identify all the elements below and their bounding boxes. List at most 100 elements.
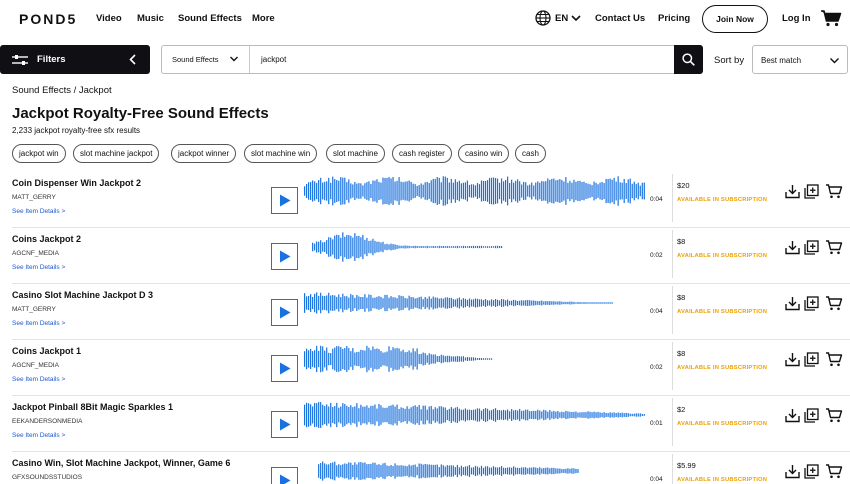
result-artist[interactable]: EEKANDERSONMEDIA (12, 418, 82, 425)
waveform-bar (368, 181, 370, 201)
result-row[interactable]: Casino Win, Slot Machine Jackpot, Winner… (0, 452, 850, 484)
add-to-cart-icon[interactable] (825, 183, 843, 199)
see-item-details-link[interactable]: See Item Details > (12, 264, 65, 271)
play-button[interactable] (271, 411, 298, 438)
nav-video[interactable]: Video (96, 13, 122, 24)
join-now-button[interactable]: Join Now (702, 5, 768, 33)
tag-chip[interactable]: jackpot win (12, 144, 66, 163)
tag-chip[interactable]: slot machine jackpot (73, 144, 160, 163)
chevron-down-icon[interactable] (570, 12, 582, 24)
waveform-bar (320, 345, 322, 373)
waveform-bar (557, 179, 559, 203)
waveform[interactable] (304, 231, 646, 263)
add-to-cart-icon[interactable] (825, 407, 843, 423)
waveform-bar (496, 178, 499, 204)
see-item-details-link[interactable]: See Item Details > (12, 376, 65, 383)
waveform-bar (326, 295, 328, 311)
waveform[interactable] (304, 455, 646, 484)
result-artist[interactable]: GFXSOUNDSSTUDIOS (12, 474, 82, 481)
add-to-collection-icon[interactable] (804, 240, 819, 255)
waveform-bar (366, 297, 368, 309)
pond5-logo[interactable]: POND5 (19, 11, 77, 27)
duration: 0:04 (650, 196, 663, 203)
play-button[interactable] (271, 299, 298, 326)
result-artist[interactable]: MATT_GERRY (12, 306, 56, 313)
result-row[interactable]: Coins Jackpot 1 AGCNF_MEDIA See Item Det… (0, 340, 850, 396)
download-icon[interactable] (785, 184, 800, 199)
add-to-cart-icon[interactable] (825, 351, 843, 367)
see-item-details-link[interactable]: See Item Details > (12, 432, 65, 439)
download-icon[interactable] (785, 464, 800, 479)
add-to-collection-icon[interactable] (804, 184, 819, 199)
tag-chip[interactable]: casino win (458, 144, 510, 163)
tag-chip[interactable]: slot machine win (244, 144, 318, 163)
add-to-cart-icon[interactable] (825, 463, 843, 479)
tag-chip[interactable]: cash (515, 144, 546, 163)
nav-music[interactable]: Music (137, 13, 164, 24)
globe-icon[interactable] (535, 10, 551, 26)
see-item-details-link[interactable]: See Item Details > (12, 320, 65, 327)
play-button[interactable] (271, 467, 298, 484)
add-to-collection-icon[interactable] (804, 408, 819, 423)
result-title[interactable]: Jackpot Pinball 8Bit Magic Sparkles 1 (12, 402, 173, 412)
download-icon[interactable] (785, 296, 800, 311)
waveform-bar (575, 181, 577, 201)
result-row[interactable]: Coins Jackpot 2 AGCNF_MEDIA See Item Det… (0, 228, 850, 284)
tag-chip[interactable]: slot machine (326, 144, 385, 163)
waveform[interactable] (304, 175, 646, 207)
language-selector[interactable]: EN (555, 13, 568, 24)
nav-sound-effects[interactable]: Sound Effects (178, 13, 242, 24)
waveform-bar (513, 299, 515, 307)
breadcrumb[interactable]: Sound Effects / Jackpot (12, 85, 112, 96)
result-title[interactable]: Casino Slot Machine Jackpot D 3 (12, 290, 153, 300)
tag-chip[interactable]: jackpot winner (171, 144, 237, 163)
play-button[interactable] (271, 187, 298, 214)
search-button[interactable] (674, 45, 703, 74)
waveform[interactable] (304, 343, 646, 375)
add-to-cart-icon[interactable] (825, 239, 843, 255)
log-in-link[interactable]: Log In (782, 13, 811, 24)
play-button[interactable] (271, 243, 298, 270)
waveform-bar (358, 296, 360, 310)
result-title[interactable]: Coin Dispenser Win Jackpot 2 (12, 178, 141, 188)
search-category-select[interactable]: Sound Effects (172, 55, 219, 64)
result-title[interactable]: Coins Jackpot 2 (12, 234, 81, 244)
cart-icon[interactable] (820, 9, 842, 27)
download-icon[interactable] (785, 408, 800, 423)
see-item-details-link[interactable]: See Item Details > (12, 208, 65, 215)
nav-contact-us[interactable]: Contact Us (595, 13, 645, 24)
play-button[interactable] (271, 355, 298, 382)
add-to-collection-icon[interactable] (804, 464, 819, 479)
sort-select[interactable]: Best match (752, 45, 848, 74)
add-to-collection-icon[interactable] (804, 352, 819, 367)
result-artist[interactable]: AGCNF_MEDIA (12, 362, 59, 369)
waveform-bar (430, 464, 432, 478)
waveform-bar (318, 464, 320, 478)
download-icon[interactable] (785, 352, 800, 367)
nav-pricing[interactable]: Pricing (658, 13, 690, 24)
result-title[interactable]: Casino Win, Slot Machine Jackpot, Winner… (12, 458, 230, 468)
waveform[interactable] (304, 287, 646, 319)
waveform-bar (502, 409, 505, 421)
waveform-bar (384, 407, 386, 423)
chevron-down-icon[interactable] (229, 54, 239, 64)
waveform-bar (557, 468, 559, 474)
nav-more[interactable]: More (252, 13, 275, 24)
waveform-bar (474, 357, 477, 361)
add-to-cart-icon[interactable] (825, 295, 843, 311)
result-row[interactable]: Coin Dispenser Win Jackpot 2 MATT_GERRY … (0, 172, 850, 228)
result-row[interactable]: Jackpot Pinball 8Bit Magic Sparkles 1 EE… (0, 396, 850, 452)
result-title[interactable]: Coins Jackpot 1 (12, 346, 81, 356)
result-artist[interactable]: AGCNF_MEDIA (12, 250, 59, 257)
waveform-bar (452, 246, 454, 248)
waveform-bar (446, 177, 448, 205)
add-to-collection-icon[interactable] (804, 296, 819, 311)
filters-button[interactable]: Filters (0, 45, 150, 74)
tag-chip[interactable]: cash register (392, 144, 452, 163)
waveform-bar (354, 406, 356, 424)
search-input[interactable]: jackpot (261, 55, 286, 64)
result-row[interactable]: Casino Slot Machine Jackpot D 3 MATT_GER… (0, 284, 850, 340)
result-artist[interactable]: MATT_GERRY (12, 194, 56, 201)
download-icon[interactable] (785, 240, 800, 255)
waveform[interactable] (304, 399, 646, 431)
